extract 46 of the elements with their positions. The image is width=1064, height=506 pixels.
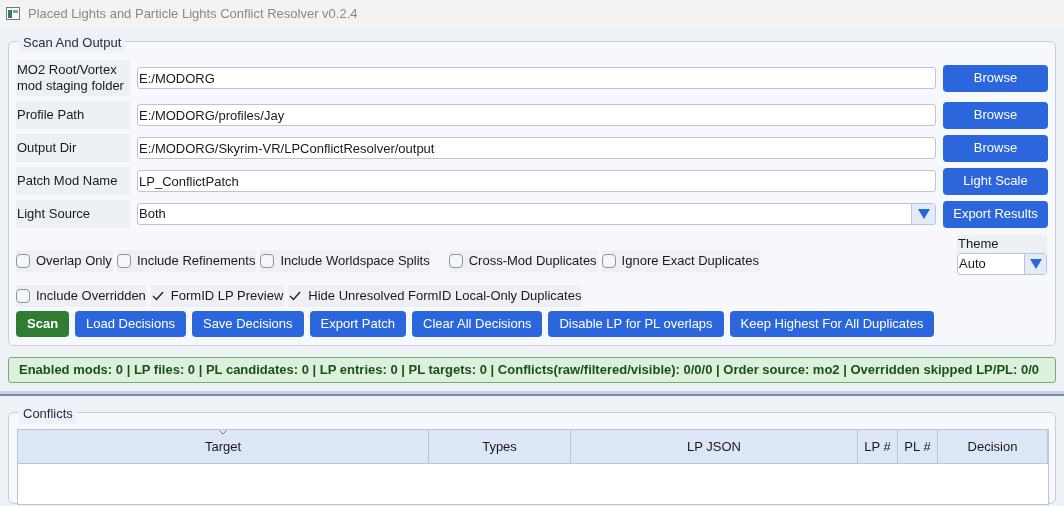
side-button[interactable]: Browse bbox=[943, 64, 1048, 92]
theme-dropdown[interactable]: Auto bbox=[957, 253, 1047, 275]
checkbox-option[interactable]: Overlap Only bbox=[16, 250, 113, 272]
dropdown-arrow-icon bbox=[917, 209, 930, 219]
dropdown[interactable]: Both bbox=[137, 203, 936, 225]
checkbox-option[interactable]: Include Worldspace Splits bbox=[260, 250, 431, 272]
side-button[interactable]: Export Results bbox=[943, 200, 1048, 228]
field-label: Light Source bbox=[16, 200, 130, 228]
checkmark-icon bbox=[289, 291, 302, 301]
column-header[interactable]: LP JSON bbox=[571, 430, 858, 463]
dropdown-arrow-icon bbox=[1029, 259, 1042, 269]
status-bar: Enabled mods: 0 | LP files: 0 | PL candidates: 0 | LP entries: 0 | PL targets: 0 | Conflicts(raw/filtered/visible): 0/0/0 | Order source: mo2 | Overridden skipped LP/PL: 0/0 bbox=[8, 357, 1056, 383]
side-button[interactable]: Browse bbox=[943, 101, 1048, 129]
window-title: Placed Lights and Particle Lights Conflict Resolver v0.2.4 bbox=[28, 4, 358, 23]
text-field[interactable]: LP_ConflictPatch bbox=[137, 170, 936, 192]
action-button[interactable]: Export Patch bbox=[309, 311, 406, 337]
side-button[interactable]: Light Scale bbox=[943, 167, 1048, 195]
sort-indicator-icon bbox=[219, 430, 227, 435]
column-header[interactable]: Types bbox=[429, 430, 571, 463]
action-button[interactable]: Load Decisions bbox=[75, 311, 186, 337]
checkbox-option[interactable]: Ignore Exact Duplicates bbox=[601, 250, 760, 272]
action-button[interactable]: Disable LP for PL overlaps bbox=[548, 311, 724, 337]
field-label: MO2 Root/Vortex mod staging folder bbox=[16, 60, 130, 96]
column-header[interactable]: LP # bbox=[858, 430, 898, 463]
field-label: Profile Path bbox=[16, 101, 130, 129]
checkbox-option[interactable]: Hide Unresolved FormID Local-Only Duplicates bbox=[288, 285, 583, 307]
text-field[interactable]: E:/MODORG bbox=[137, 67, 936, 89]
action-button[interactable]: Keep Highest For All Duplicates bbox=[729, 311, 935, 337]
checkmark-icon bbox=[151, 291, 164, 301]
checkbox-option[interactable]: Cross-Mod Duplicates bbox=[448, 250, 598, 272]
column-header[interactable]: PL # bbox=[898, 430, 938, 463]
action-button[interactable]: Save Decisions bbox=[191, 311, 304, 337]
checkbox-option[interactable]: Include Refinements bbox=[116, 250, 257, 272]
checkbox-option[interactable]: Include Overridden bbox=[16, 285, 147, 307]
text-field[interactable]: E:/MODORG/profiles/Jay bbox=[137, 104, 936, 126]
side-button[interactable]: Browse bbox=[943, 134, 1048, 162]
checkbox-option[interactable]: FormID LP Preview bbox=[150, 285, 285, 307]
action-button[interactable]: Clear All Decisions bbox=[412, 311, 543, 337]
column-header[interactable]: Decision bbox=[938, 430, 1048, 463]
app-icon bbox=[6, 7, 20, 20]
text-field[interactable]: E:/MODORG/Skyrim-VR/LPConflictResolver/output bbox=[137, 137, 936, 159]
action-button[interactable]: Scan bbox=[16, 311, 70, 337]
field-label: Output Dir bbox=[16, 134, 130, 162]
theme-label: Theme bbox=[957, 235, 1047, 253]
field-label: Patch Mod Name bbox=[16, 167, 130, 195]
column-header[interactable]: Target bbox=[18, 430, 429, 463]
